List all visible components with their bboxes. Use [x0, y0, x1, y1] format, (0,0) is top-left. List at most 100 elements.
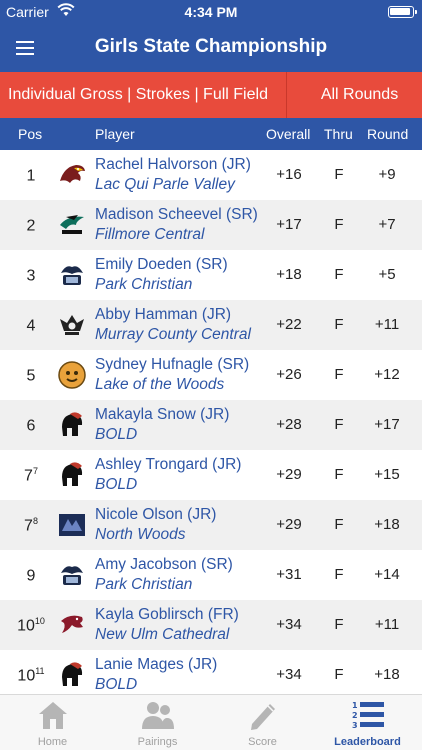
thru-status: F: [334, 366, 344, 383]
table-row[interactable]: 5 Sydney Hufnagle (SR) Lake of the Woods…: [0, 350, 422, 400]
player-school: BOLD: [95, 426, 138, 443]
tab-score[interactable]: Score: [210, 695, 315, 750]
round-score: +5: [378, 266, 396, 283]
player-school: Murray County Central: [95, 326, 251, 343]
position: 5: [26, 367, 36, 385]
table-row[interactable]: 78 Nicole Olson (JR) North Woods +29 F +…: [0, 500, 422, 550]
greyhound-logo-icon: [58, 611, 86, 639]
col-thru: Thru: [324, 126, 353, 142]
falcon-logo-icon: [58, 211, 86, 239]
table-row[interactable]: 9 Amy Jacobson (SR) Park Christian +31 F…: [0, 550, 422, 600]
overall-score: +17: [276, 216, 302, 233]
player-name: Sydney Hufnagle (SR): [95, 356, 250, 373]
player-school: North Woods: [95, 526, 186, 543]
bear-logo-icon: [58, 361, 86, 389]
thru-status: F: [334, 566, 344, 583]
position: 78: [24, 516, 38, 535]
tab-pairings[interactable]: Pairings: [105, 695, 210, 750]
tab-pairings-label: Pairings: [137, 736, 178, 748]
column-header: Pos Player Overall Thru Round: [0, 118, 422, 150]
battery-icon: [388, 6, 417, 18]
overall-score: +26: [276, 366, 302, 383]
tab-bar: Home Pairings Score 123 Leaderboard: [0, 694, 422, 750]
thru-status: F: [334, 516, 344, 533]
thru-status: F: [334, 466, 344, 483]
view-filter-button[interactable]: Individual Gross | Strokes | Full Field: [0, 72, 287, 118]
tab-leaderboard[interactable]: 123 Leaderboard: [315, 695, 420, 750]
overall-score: +28: [276, 416, 302, 433]
thru-status: F: [334, 616, 344, 633]
round-score: +11: [374, 616, 400, 633]
warrior-logo-icon: [58, 461, 86, 489]
nw-logo-icon: [58, 511, 86, 539]
table-row[interactable]: 1 Rachel Halvorson (JR) Lac Qui Parle Va…: [0, 150, 422, 200]
filter-bar: Individual Gross | Strokes | Full Field …: [0, 72, 422, 118]
pencil-icon: [246, 699, 280, 731]
thru-status: F: [334, 266, 344, 283]
overall-score: +29: [276, 516, 302, 533]
player-school: Lac Qui Parle Valley: [95, 176, 235, 193]
round-score: +11: [374, 316, 400, 333]
player-school: Park Christian: [95, 276, 193, 293]
rounds-filter-button[interactable]: All Rounds: [287, 72, 422, 118]
status-time: 4:34 PM: [184, 4, 238, 20]
player-name: Abby Hamman (JR): [95, 306, 232, 323]
position: 4: [26, 317, 36, 335]
tab-home[interactable]: Home: [0, 695, 105, 750]
leaderboard-list: 1 Rachel Halvorson (JR) Lac Qui Parle Va…: [0, 150, 422, 694]
position: 9: [26, 567, 36, 585]
overall-score: +18: [276, 266, 302, 283]
tab-home-label: Home: [37, 736, 68, 748]
position: 3: [26, 267, 36, 285]
table-row[interactable]: 3 Emily Doeden (SR) Park Christian +18 F…: [0, 250, 422, 300]
position: 77: [24, 466, 38, 485]
table-row[interactable]: 4 Abby Hamman (JR) Murray County Central…: [0, 300, 422, 350]
thru-status: F: [334, 316, 344, 333]
overall-score: +29: [276, 466, 302, 483]
player-name: Makayla Snow (JR): [95, 406, 230, 423]
table-row[interactable]: 1010 Kayla Goblirsch (FR) New Ulm Cathed…: [0, 600, 422, 650]
overall-score: +34: [276, 666, 302, 683]
col-overall: Overall: [266, 126, 311, 142]
round-score: +17: [374, 416, 400, 433]
round-score: +15: [374, 466, 400, 483]
table-row[interactable]: 77 Ashley Trongard (JR) BOLD +29 F +15: [0, 450, 422, 500]
table-row[interactable]: 2 Madison Scheevel (SR) Fillmore Central…: [0, 200, 422, 250]
position: 1011: [17, 666, 45, 685]
overall-score: +22: [276, 316, 302, 333]
table-row[interactable]: 6 Makayla Snow (JR) BOLD +28 F +17: [0, 400, 422, 450]
overall-score: +34: [276, 616, 302, 633]
player-name: Ashley Trongard (JR): [95, 456, 242, 473]
nav-bar: Girls State Championship: [0, 24, 422, 72]
pc-falcon-logo-icon: [58, 561, 86, 589]
player-name: Lanie Mages (JR): [95, 656, 218, 673]
player-school: Lake of the Woods: [95, 376, 225, 393]
player-school: Fillmore Central: [95, 226, 205, 243]
player-name: Madison Scheevel (SR): [95, 206, 258, 223]
player-name: Kayla Goblirsch (FR): [95, 606, 239, 623]
eagle-logo-icon: [58, 161, 86, 189]
svg-text:1: 1: [352, 701, 358, 710]
col-player: Player: [95, 126, 135, 142]
position: 6: [26, 417, 36, 435]
overall-score: +31: [276, 566, 302, 583]
rebel-logo-icon: [58, 311, 86, 339]
position: 2: [26, 217, 36, 235]
svg-text:2: 2: [352, 711, 358, 720]
round-score: +18: [374, 516, 400, 533]
home-icon: [36, 699, 70, 731]
overall-score: +16: [276, 166, 302, 183]
tab-leaderboard-label: Leaderboard: [334, 736, 401, 748]
player-name: Nicole Olson (JR): [95, 506, 217, 523]
round-score: +12: [374, 366, 400, 383]
thru-status: F: [334, 166, 344, 183]
player-school: New Ulm Cathedral: [95, 626, 230, 643]
page-title: Girls State Championship: [94, 36, 328, 57]
round-score: +18: [374, 666, 400, 683]
table-row[interactable]: 1011 Lanie Mages (JR) BOLD +34 F +18: [0, 650, 422, 694]
thru-status: F: [334, 666, 344, 683]
player-school: BOLD: [95, 676, 138, 693]
player-school: BOLD: [95, 476, 138, 493]
round-score: +14: [374, 566, 400, 583]
player-name: Rachel Halvorson (JR): [95, 156, 251, 173]
